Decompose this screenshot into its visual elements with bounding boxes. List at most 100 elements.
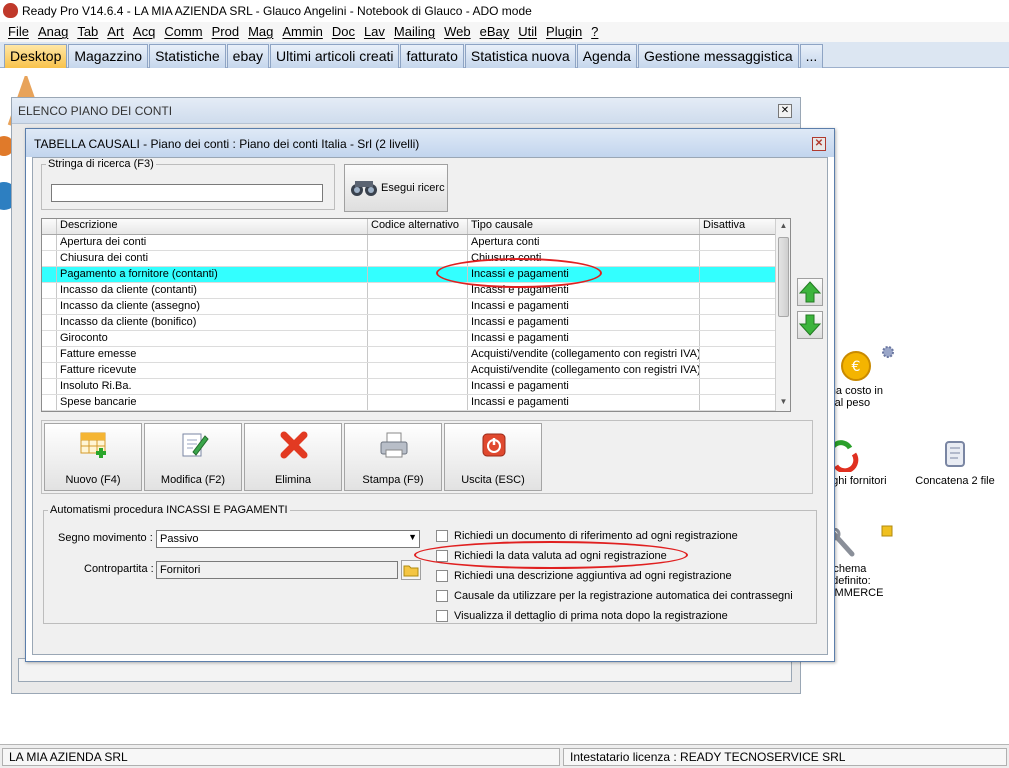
cell-disattiva <box>700 283 770 298</box>
table-row[interactable]: Giroconto Incassi e pagamenti <box>42 331 790 347</box>
menu-doc[interactable]: Doc <box>330 22 362 42</box>
dialog-titlebar: TABELLA CAUSALI - Piano dei conti : Pian… <box>26 129 834 157</box>
move-up-button[interactable] <box>797 278 823 306</box>
cell-descrizione: Pagamento a fornitore (contanti) <box>57 267 368 282</box>
cell-tipo: Incassi e pagamenti <box>468 299 700 314</box>
scrollbar-thumb[interactable] <box>778 237 789 317</box>
cell-codice <box>368 331 468 346</box>
desktop-icon-fornitori[interactable]: oghi fornitori <box>826 440 906 487</box>
cell-descrizione: Giroconto <box>57 331 368 346</box>
checkbox-contrassegni[interactable]: Causale da utilizzare per la registrazio… <box>436 588 793 604</box>
menu-lav[interactable]: Lav <box>362 22 392 42</box>
segno-movimento-value: Passivo <box>160 533 199 545</box>
menu-ammin[interactable]: Ammin <box>280 22 329 42</box>
tab-ultimi-articoli[interactable]: Ultimi articoli creati <box>270 44 400 68</box>
desktop-icon-schema[interactable]: Schema edefinito: OMMERCE <box>826 527 906 599</box>
checkbox-dettaglio-prima-nota[interactable]: Visualizza il dettaglio di prima nota do… <box>436 608 728 624</box>
menu-comm[interactable]: Comm <box>162 22 209 42</box>
menu-anag[interactable]: Anag <box>36 22 75 42</box>
menu-acq[interactable]: Acq <box>131 22 162 42</box>
delete-button[interactable]: Elimina <box>244 423 342 491</box>
window-titlebar: Ready Pro V14.6.4 - LA MIA AZIENDA SRL -… <box>0 0 1009 22</box>
checkbox-box[interactable] <box>436 570 448 582</box>
new-button[interactable]: Nuovo (F4) <box>44 423 142 491</box>
edit-button-label: Modifica (F2) <box>160 474 226 486</box>
table-row[interactable]: Fatture ricevute Acquisti/vendite (colle… <box>42 363 790 379</box>
row-indicator <box>42 299 57 314</box>
outer-window-titlebar: ELENCO PIANO DEI CONTI ✕ <box>12 98 800 124</box>
desktop-icon-concatena[interactable]: Concatena 2 file <box>905 438 1005 487</box>
menu-file[interactable]: File <box>6 22 36 42</box>
scroll-down-icon[interactable]: ▼ <box>778 397 789 409</box>
contropartita-browse-button[interactable] <box>401 560 421 580</box>
menu-web[interactable]: Web <box>442 22 478 42</box>
table-row[interactable]: Insoluto Ri.Ba. Incassi e pagamenti <box>42 379 790 395</box>
cell-tipo: Incassi e pagamenti <box>468 315 700 330</box>
search-button[interactable]: Esegui ricerc <box>344 164 448 212</box>
search-input[interactable] <box>51 184 323 202</box>
checkbox-label: Richiedi una descrizione aggiuntiva ad o… <box>454 570 732 582</box>
checkbox-label: Richiedi un documento di riferimento ad … <box>454 530 738 542</box>
tab-magazzino[interactable]: Magazzino <box>68 44 149 68</box>
menu-art[interactable]: Art <box>105 22 131 42</box>
table-row[interactable]: Incasso da cliente (bonifico) Incassi e … <box>42 315 790 331</box>
segno-movimento-select[interactable]: Passivo ▼ <box>156 530 420 548</box>
tab-gestione-messaggistica[interactable]: Gestione messaggistica <box>637 44 799 68</box>
cell-descrizione: Apertura dei conti <box>57 235 368 250</box>
dialog-title: TABELLA CAUSALI - Piano dei conti : Pian… <box>34 137 420 151</box>
menu-prod[interactable]: Prod <box>210 22 246 42</box>
window-title: Ready Pro V14.6.4 - LA MIA AZIENDA SRL -… <box>22 4 532 18</box>
column-header-descrizione[interactable]: Descrizione <box>57 219 368 234</box>
exit-button[interactable]: Uscita (ESC) <box>444 423 542 491</box>
table-row-selected[interactable]: Pagamento a fornitore (contanti) Incassi… <box>42 267 790 283</box>
menu-tab[interactable]: Tab <box>75 22 105 42</box>
annotation-ring-tipo <box>436 258 602 288</box>
close-icon[interactable]: ✕ <box>778 104 792 118</box>
tab-statistiche[interactable]: Statistiche <box>149 44 226 68</box>
column-header-tipo[interactable]: Tipo causale <box>468 219 700 234</box>
checkbox-label: Causale da utilizzare per la registrazio… <box>454 590 793 602</box>
cell-tipo: Incassi e pagamenti <box>468 395 700 410</box>
chevron-down-icon[interactable]: ▼ <box>408 532 417 542</box>
cell-descrizione: Chiusura dei conti <box>57 251 368 266</box>
move-down-button[interactable] <box>797 311 823 339</box>
table-row[interactable]: Chiusura dei conti Chiusura conti <box>42 251 790 267</box>
table-row[interactable]: Fatture emesse Acquisti/vendite (collega… <box>42 347 790 363</box>
menu-ebay[interactable]: eBay <box>478 22 517 42</box>
print-button[interactable]: Stampa (F9) <box>344 423 442 491</box>
tab-fatturato[interactable]: fatturato <box>400 44 464 68</box>
tab-statistica-nuova[interactable]: Statistica nuova <box>464 44 576 68</box>
table-row[interactable]: Spese bancarie Incassi e pagamenti <box>42 395 790 411</box>
table-row[interactable]: Incasso da cliente (contanti) Incassi e … <box>42 283 790 299</box>
edit-button[interactable]: Modifica (F2) <box>144 423 242 491</box>
checkbox-box[interactable] <box>436 590 448 602</box>
menu-plugin[interactable]: Plugin <box>544 22 589 42</box>
menu-util[interactable]: Util <box>516 22 544 42</box>
green-arrow-down-icon <box>798 314 822 336</box>
delete-button-label: Elimina <box>274 474 312 486</box>
menu-mailing[interactable]: Mailing <box>392 22 442 42</box>
checkbox-box[interactable] <box>436 610 448 622</box>
scroll-up-icon[interactable]: ▲ <box>778 221 789 233</box>
table-scrollbar[interactable]: ▲ ▼ <box>775 219 790 411</box>
table-row[interactable]: Apertura dei conti Apertura conti <box>42 235 790 251</box>
tab-more[interactable]: ... <box>799 44 824 68</box>
menu-help[interactable]: ? <box>589 22 605 42</box>
close-icon[interactable]: ✕ <box>812 137 826 151</box>
menu-mag[interactable]: Mag <box>246 22 280 42</box>
column-header-disattiva[interactable]: Disattiva <box>700 219 770 234</box>
cell-codice <box>368 379 468 394</box>
cell-disattiva <box>700 331 770 346</box>
causali-table: Descrizione Codice alternativo Tipo caus… <box>41 218 791 412</box>
tab-desktop[interactable]: Desktop <box>4 44 68 68</box>
checkbox-descrizione-aggiuntiva[interactable]: Richiedi una descrizione aggiuntiva ad o… <box>436 568 732 584</box>
desktop-icon-label: Concatena 2 file <box>915 475 995 487</box>
tab-ebay[interactable]: ebay <box>226 44 270 68</box>
row-indicator <box>42 251 57 266</box>
automatismi-legend: Automatismi procedura INCASSI E PAGAMENT… <box>50 504 288 516</box>
column-header-codice[interactable]: Codice alternativo <box>368 219 468 234</box>
contropartita-field[interactable]: Fornitori <box>156 561 398 579</box>
checkbox-box[interactable] <box>436 530 448 542</box>
tab-agenda[interactable]: Agenda <box>576 44 637 68</box>
table-row[interactable]: Incasso da cliente (assegno) Incassi e p… <box>42 299 790 315</box>
